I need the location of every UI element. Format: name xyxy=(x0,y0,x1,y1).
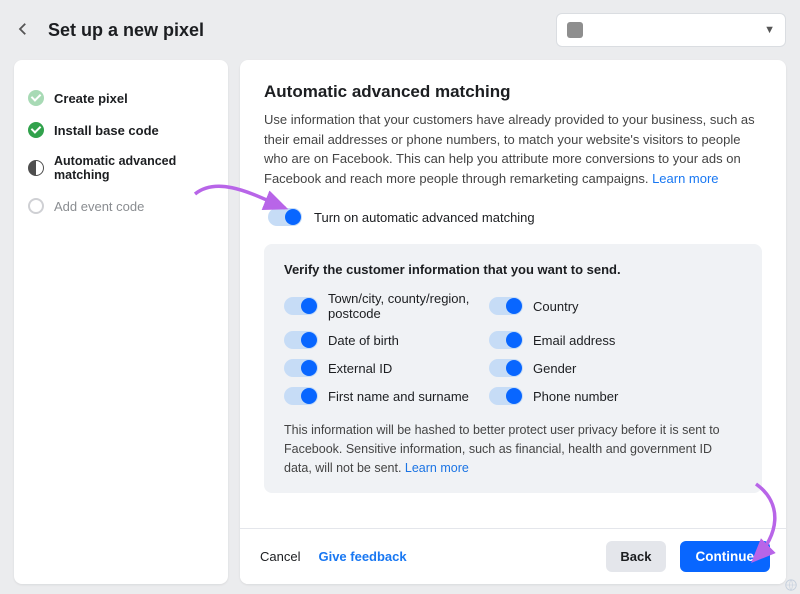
back-chevron-icon[interactable] xyxy=(14,20,34,41)
toggle-town-city: Town/city, county/region, postcode xyxy=(284,291,479,321)
toggle[interactable] xyxy=(489,297,523,315)
verify-note-text: This information will be hashed to bette… xyxy=(284,423,720,475)
section-description: Use information that your customers have… xyxy=(264,110,762,188)
empty-circle-icon xyxy=(28,198,44,214)
toggle-dob: Date of birth xyxy=(284,331,479,349)
half-circle-icon xyxy=(28,160,44,176)
toggle-gender: Gender xyxy=(489,359,684,377)
check-icon xyxy=(28,90,44,106)
toggle-first-last-name: First name and surname xyxy=(284,387,479,405)
step-add-event-code[interactable]: Add event code xyxy=(28,190,214,222)
verify-learn-more-link[interactable]: Learn more xyxy=(405,461,469,475)
continue-button[interactable]: Continue xyxy=(680,541,771,572)
account-selector[interactable]: ▼ xyxy=(556,13,786,47)
chevron-down-icon: ▼ xyxy=(764,24,775,36)
cancel-button[interactable]: Cancel xyxy=(256,541,304,572)
master-toggle-label: Turn on automatic advanced matching xyxy=(314,210,535,225)
toggle-label: Country xyxy=(533,299,579,314)
give-feedback-link[interactable]: Give feedback xyxy=(318,549,406,564)
verify-note: This information will be hashed to bette… xyxy=(284,421,742,477)
back-button[interactable]: Back xyxy=(606,541,665,572)
toggle-label: Gender xyxy=(533,361,576,376)
toggle[interactable] xyxy=(284,359,318,377)
step-automatic-advanced-matching[interactable]: Automatic advanced matching xyxy=(28,146,214,190)
account-swatch-icon xyxy=(567,22,583,38)
toggle-label: Email address xyxy=(533,333,615,348)
main-panel: Automatic advanced matching Use informat… xyxy=(240,60,786,584)
step-label: Automatic advanced matching xyxy=(54,154,214,182)
toggle-external-id: External ID xyxy=(284,359,479,377)
toggle-phone: Phone number xyxy=(489,387,684,405)
step-label: Create pixel xyxy=(54,91,128,106)
toggle[interactable] xyxy=(284,387,318,405)
master-toggle[interactable] xyxy=(268,208,302,226)
footer-bar: Cancel Give feedback Back Continue xyxy=(240,528,786,584)
step-install-base-code[interactable]: Install base code xyxy=(28,114,214,146)
toggle-label: Town/city, county/region, postcode xyxy=(328,291,479,321)
check-icon xyxy=(28,122,44,138)
section-title: Automatic advanced matching xyxy=(264,82,762,102)
page-title: Set up a new pixel xyxy=(42,20,556,41)
sidebar: Create pixel Install base code Automatic… xyxy=(14,60,228,584)
toggle-label: External ID xyxy=(328,361,392,376)
globe-icon xyxy=(784,578,798,592)
step-label: Add event code xyxy=(54,199,144,214)
learn-more-link[interactable]: Learn more xyxy=(652,171,718,186)
step-label: Install base code xyxy=(54,123,159,138)
verify-card: Verify the customer information that you… xyxy=(264,244,762,493)
toggle[interactable] xyxy=(284,297,318,315)
toggle-label: First name and surname xyxy=(328,389,469,404)
toggle-label: Phone number xyxy=(533,389,618,404)
toggle[interactable] xyxy=(489,331,523,349)
toggle[interactable] xyxy=(489,387,523,405)
toggle-label: Date of birth xyxy=(328,333,399,348)
toggle-country: Country xyxy=(489,291,684,321)
top-bar: Set up a new pixel ▼ xyxy=(0,0,800,60)
verify-title: Verify the customer information that you… xyxy=(284,262,742,277)
toggle[interactable] xyxy=(284,331,318,349)
toggle-email: Email address xyxy=(489,331,684,349)
toggle[interactable] xyxy=(489,359,523,377)
step-create-pixel[interactable]: Create pixel xyxy=(28,82,214,114)
